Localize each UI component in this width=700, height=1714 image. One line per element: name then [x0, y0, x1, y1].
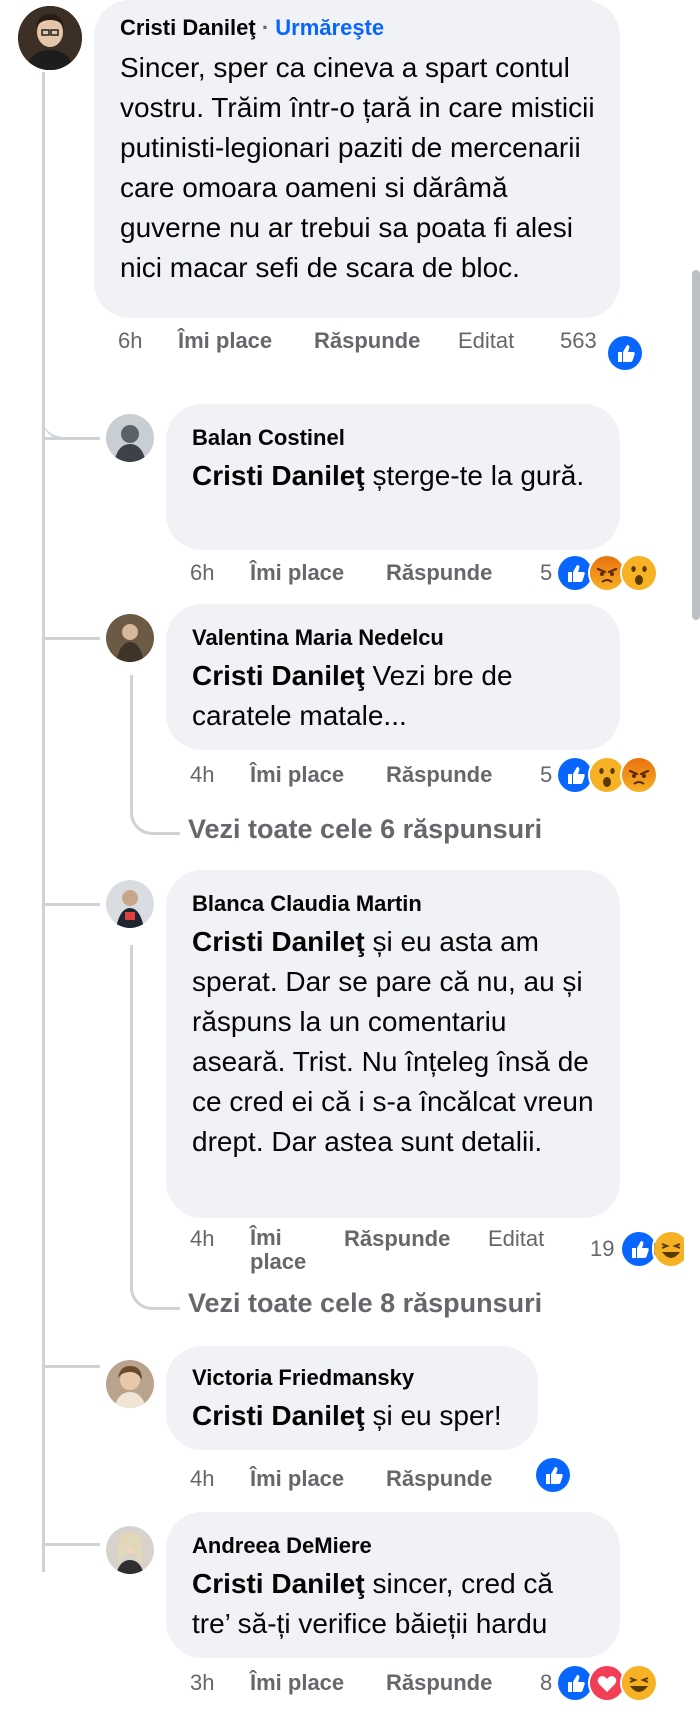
avatar[interactable] — [106, 880, 154, 928]
reply-text: Cristi Danileţ și eu sper! — [192, 1400, 502, 1431]
reply-bubble: Balan Costinel Cristi Danileţ șterge-te … — [166, 404, 620, 550]
reaction-count[interactable]: 563 — [560, 328, 597, 354]
reply-author[interactable]: Victoria Friedmansky — [192, 1364, 516, 1392]
like-button[interactable]: Îmi place — [250, 560, 344, 586]
reply-button[interactable]: Răspunde — [386, 1670, 492, 1696]
like-button[interactable]: Îmi place — [250, 1226, 306, 1274]
haha-icon[interactable] — [620, 1664, 658, 1702]
reply-text: Cristi Danileţ șterge-te la gură. — [192, 460, 585, 491]
thread-connector — [42, 437, 100, 440]
separator-dot: · — [261, 15, 270, 40]
mention-link[interactable]: Cristi Danileţ — [192, 460, 365, 491]
reply-time[interactable]: 4h — [190, 1466, 214, 1492]
reply-bubble: Valentina Maria Nedelcu Cristi Danileţ V… — [166, 604, 620, 750]
mention-link[interactable]: Cristi Danileţ — [192, 926, 365, 957]
reply-time[interactable]: 4h — [190, 762, 214, 788]
thread-connector — [42, 903, 100, 906]
reply-author[interactable]: Blanca Claudia Martin — [192, 890, 598, 918]
follow-button[interactable]: Urmăreşte — [275, 15, 384, 40]
reply-bubble: Andreea DeMiere Cristi Danileţ sincer, c… — [166, 1512, 620, 1658]
reply-button[interactable]: Răspunde — [344, 1226, 450, 1252]
edited-label: Editat — [458, 328, 515, 353]
like-button[interactable]: Îmi place — [250, 762, 344, 788]
reply-author[interactable]: Valentina Maria Nedelcu — [192, 624, 598, 652]
reaction-count[interactable]: 19 — [590, 1236, 614, 1262]
scrollbar[interactable] — [692, 270, 700, 620]
avatar[interactable] — [106, 614, 154, 662]
avatar[interactable] — [18, 6, 82, 70]
like-button[interactable]: Îmi place — [178, 328, 272, 354]
reply-text: Cristi Danileţ sincer, cred că tre’ să-ț… — [192, 1568, 554, 1639]
thread-connector — [42, 637, 100, 640]
view-more-replies[interactable]: Vezi toate cele 8 răspunsuri — [188, 1288, 542, 1319]
comment-bubble: Cristi Danileţ · Urmăreşte Sincer, sper … — [94, 0, 620, 318]
reply-author[interactable]: Andreea DeMiere — [192, 1532, 598, 1560]
reaction-count[interactable]: 5 — [540, 560, 552, 586]
edited-label: Editat — [488, 1226, 545, 1251]
reply-button[interactable]: Răspunde — [386, 560, 492, 586]
reply-time[interactable]: 6h — [190, 560, 214, 586]
comment-author-line: Cristi Danileţ · Urmăreşte — [120, 14, 600, 42]
like-button[interactable]: Îmi place — [250, 1670, 344, 1696]
like-icon[interactable] — [534, 1456, 572, 1494]
reply-button[interactable]: Răspunde — [386, 1466, 492, 1492]
like-button[interactable]: Îmi place — [250, 1466, 344, 1492]
reaction-count[interactable]: 5 — [540, 762, 552, 788]
avatar[interactable] — [106, 1526, 154, 1574]
comment-text: Sincer, sper ca cineva a spart contul vo… — [120, 52, 595, 283]
reply-text: Cristi Danileţ Vezi bre de caratele mata… — [192, 660, 513, 731]
reply-time[interactable]: 3h — [190, 1670, 214, 1696]
like-icon[interactable] — [606, 334, 644, 372]
reply-author[interactable]: Balan Costinel — [192, 424, 598, 452]
angry-icon[interactable] — [620, 756, 658, 794]
avatar[interactable] — [106, 414, 154, 462]
avatar[interactable] — [106, 1360, 154, 1408]
reply-button[interactable]: Răspunde — [386, 762, 492, 788]
reply-text: Cristi Danileţ și eu asta am sperat. Dar… — [192, 926, 594, 1157]
reply-button[interactable]: Răspunde — [314, 328, 420, 354]
thread-connector — [42, 1365, 100, 1368]
mention-link[interactable]: Cristi Danileţ — [192, 1568, 365, 1599]
reply-bubble: Blanca Claudia Martin Cristi Danileţ și … — [166, 870, 620, 1218]
mention-link[interactable]: Cristi Danileţ — [192, 1400, 365, 1431]
wow-icon[interactable] — [620, 554, 658, 592]
reply-time[interactable]: 4h — [190, 1226, 214, 1252]
mention-link[interactable]: Cristi Danileţ — [192, 660, 365, 691]
haha-icon[interactable] — [652, 1230, 686, 1268]
comment-time[interactable]: 6h — [118, 328, 142, 354]
comment-author[interactable]: Cristi Danileţ — [120, 15, 256, 40]
thread-connector — [42, 1543, 100, 1546]
reaction-count[interactable]: 8 — [540, 1670, 552, 1696]
thread-line-main — [42, 72, 45, 1572]
reply-bubble: Victoria Friedmansky Cristi Danileţ și e… — [166, 1346, 538, 1450]
thread-connector — [42, 400, 100, 440]
view-more-replies[interactable]: Vezi toate cele 6 răspunsuri — [188, 814, 542, 845]
